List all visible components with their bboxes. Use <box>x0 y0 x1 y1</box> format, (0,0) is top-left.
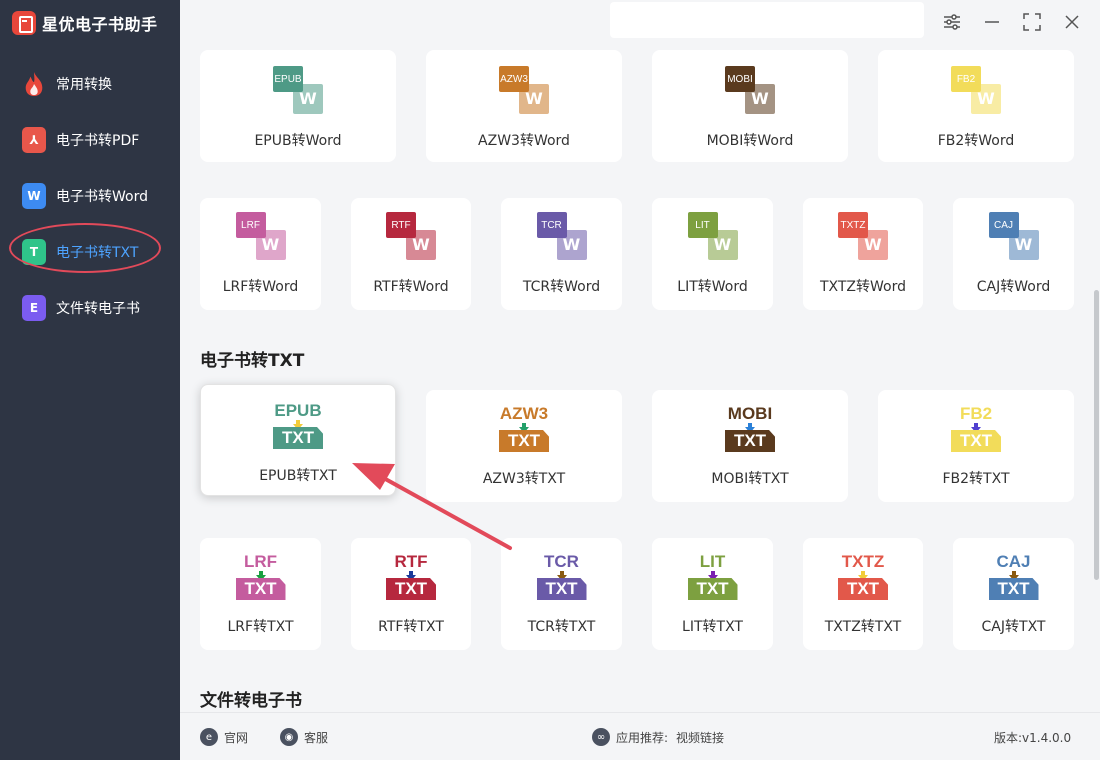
card-label: FB2转Word <box>937 133 1015 149</box>
rtf-txt-icon: RTF TXT <box>381 552 441 602</box>
txtz-txt-icon: TXTZ TXT <box>833 552 893 602</box>
card-epub-to-word[interactable]: EPUB W EPUB转Word <box>200 50 396 162</box>
footer: e 官网 ◉ 客服 ∞ 应用推荐: 视频链接 版本:v1.4.0.0 <box>180 712 1100 760</box>
card-lit-to-txt[interactable]: LIT TXT LIT转TXT <box>652 538 773 650</box>
rtf-word-icon: RTF W <box>386 212 436 260</box>
card-label: TCR转TXT <box>527 619 596 635</box>
mobi-word-icon: MOBI W <box>725 66 775 114</box>
lit-word-icon: LIT W <box>687 212 738 260</box>
azw3-txt-icon: AZW3 TXT <box>499 404 549 452</box>
app-title-bar: 星优电子书助手 <box>12 10 158 36</box>
section-title-ebook: 文件转电子书 <box>200 691 302 711</box>
caj-txt-icon: CAJ TXT <box>984 552 1044 602</box>
ebook-icon: E <box>22 295 46 321</box>
sidebar-item-common[interactable]: 常用转换 <box>22 70 112 98</box>
app-logo-icon <box>12 11 36 35</box>
ie-browser-icon: e <box>200 728 218 746</box>
card-label: LIT转Word <box>677 279 748 295</box>
flame-icon <box>22 71 46 97</box>
card-label: FB2转TXT <box>942 471 1010 487</box>
card-txtz-to-txt[interactable]: TXTZ TXT TXTZ转TXT <box>803 538 923 650</box>
minimize-icon[interactable] <box>982 12 1002 32</box>
settings-sliders-icon[interactable] <box>942 12 962 32</box>
card-azw3-to-word[interactable]: AZW3 W AZW3转Word <box>426 50 622 162</box>
chat-bubble-icon: ◉ <box>280 728 298 746</box>
card-lit-to-word[interactable]: LIT W LIT转Word <box>652 198 773 310</box>
sidebar-item-ebook[interactable]: E 文件转电子书 <box>22 294 140 322</box>
card-rtf-to-word[interactable]: RTF W RTF转Word <box>351 198 471 310</box>
card-epub-to-txt[interactable]: EPUB TXT EPUB转TXT <box>200 384 396 496</box>
card-label: RTF转TXT <box>378 619 444 635</box>
card-label: AZW3转Word <box>478 133 570 149</box>
lrf-word-icon: LRF W <box>235 212 286 260</box>
epub-txt-icon: EPUB TXT <box>273 401 323 449</box>
card-label: MOBI转TXT <box>711 471 789 487</box>
fb2-word-icon: FB2 W <box>951 66 1001 114</box>
maximize-icon[interactable] <box>1022 12 1042 32</box>
pdf-icon: ⅄ <box>22 127 46 153</box>
txtz-word-icon: TXTZ W <box>838 212 888 260</box>
card-label: LIT转TXT <box>682 619 743 635</box>
section-title-txt: 电子书转TXT <box>200 351 305 371</box>
card-label: MOBI转Word <box>706 133 794 149</box>
card-mobi-to-txt[interactable]: MOBI TXT MOBI转TXT <box>652 390 848 502</box>
mobi-txt-icon: MOBI TXT <box>720 404 780 454</box>
sidebar: 星优电子书助手 常用转换 ⅄ 电子书转PDF W 电子书转Word T 电子书转… <box>0 0 180 760</box>
card-lrf-to-txt[interactable]: LRF TXT LRF转TXT <box>200 538 321 650</box>
card-txtz-to-word[interactable]: TXTZ W TXTZ转Word <box>803 198 923 310</box>
card-label: LRF转TXT <box>227 619 294 635</box>
card-label: LRF转Word <box>222 279 299 295</box>
card-lrf-to-word[interactable]: LRF W LRF转Word <box>200 198 321 310</box>
recommend-section: ∞ 应用推荐: 视频链接 <box>592 727 724 747</box>
app-name: 星优电子书助手 <box>42 15 158 34</box>
card-tcr-to-txt[interactable]: TCR TXT TCR转TXT <box>501 538 622 650</box>
tcr-txt-icon: TCR TXT <box>532 552 592 602</box>
version-text: 版本:v1.4.0.0 <box>994 730 1072 745</box>
azw3-word-icon: AZW3 W <box>499 66 549 114</box>
sidebar-item-word[interactable]: W 电子书转Word <box>22 182 148 210</box>
support-link[interactable]: ◉ 客服 <box>280 727 328 747</box>
card-label: CAJ转TXT <box>981 619 1046 635</box>
card-label: RTF转Word <box>373 279 449 295</box>
close-icon[interactable] <box>1062 12 1082 32</box>
caj-word-icon: CAJ W <box>988 212 1039 260</box>
card-label: CAJ转Word <box>976 279 1051 295</box>
card-mobi-to-word[interactable]: MOBI W MOBI转Word <box>652 50 848 162</box>
sidebar-item-label: 常用转换 <box>56 77 112 93</box>
tcr-word-icon: TCR W <box>536 212 587 260</box>
card-caj-to-txt[interactable]: CAJ TXT CAJ转TXT <box>953 538 1074 650</box>
card-label: TXTZ转Word <box>819 279 907 295</box>
sidebar-item-label: 电子书转Word <box>56 189 148 205</box>
scrollbar[interactable] <box>1094 290 1099 580</box>
card-rtf-to-txt[interactable]: RTF TXT RTF转TXT <box>351 538 471 650</box>
epub-word-icon: EPUB W <box>273 66 323 114</box>
lrf-txt-icon: LRF TXT <box>231 552 291 602</box>
card-label: AZW3转TXT <box>482 471 566 487</box>
recommend-label: 应用推荐: <box>616 730 669 745</box>
fb2-txt-icon: FB2 TXT <box>946 404 1006 454</box>
card-caj-to-word[interactable]: CAJ W CAJ转Word <box>953 198 1074 310</box>
highlight-circle-annotation <box>9 223 161 273</box>
card-label: TCR转Word <box>522 279 601 295</box>
card-label: TXTZ转TXT <box>824 619 902 635</box>
card-label: EPUB转TXT <box>259 468 337 484</box>
link-icon: ∞ <box>592 728 610 746</box>
card-azw3-to-txt[interactable]: AZW3 TXT AZW3转TXT <box>426 390 622 502</box>
top-blank-field <box>610 2 924 38</box>
lit-txt-icon: LIT TXT <box>683 552 743 602</box>
website-link[interactable]: e 官网 <box>200 727 248 747</box>
card-label: EPUB转Word <box>254 133 342 149</box>
sidebar-item-label: 电子书转PDF <box>56 133 140 149</box>
card-fb2-to-word[interactable]: FB2 W FB2转Word <box>878 50 1074 162</box>
card-fb2-to-txt[interactable]: FB2 TXT FB2转TXT <box>878 390 1074 502</box>
card-tcr-to-word[interactable]: TCR W TCR转Word <box>501 198 622 310</box>
recommend-link[interactable]: 视频链接 <box>676 729 724 746</box>
word-icon: W <box>22 183 46 209</box>
sidebar-item-label: 文件转电子书 <box>56 301 140 317</box>
sidebar-item-pdf[interactable]: ⅄ 电子书转PDF <box>22 126 139 154</box>
